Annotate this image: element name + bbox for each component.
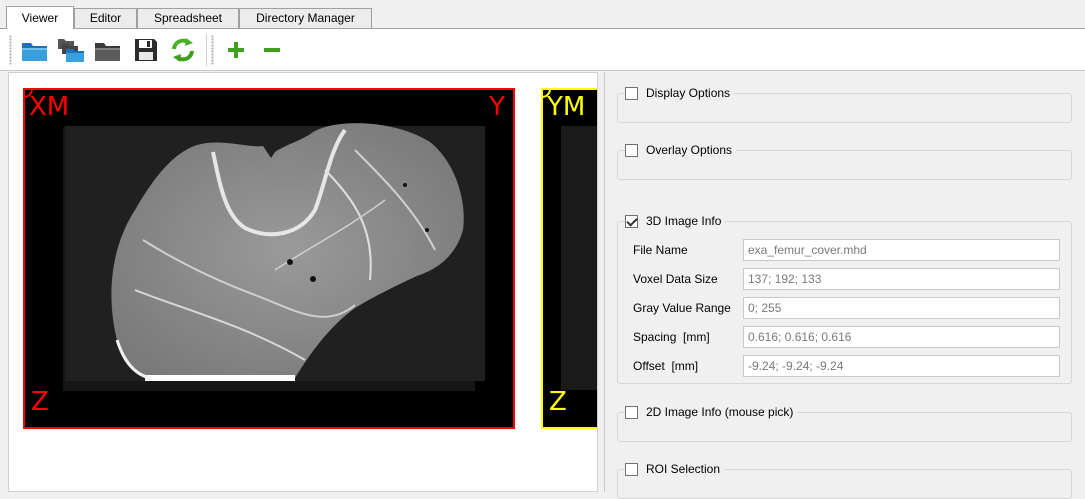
gray-value-range-label: Gray Value Range [633, 301, 731, 315]
image-info-3d-checkbox[interactable] [625, 214, 638, 228]
open-folder-icon[interactable] [21, 36, 49, 64]
close-folder-icon[interactable] [94, 36, 122, 64]
image-info-2d-label: 2D Image Info (mouse pick) [646, 405, 794, 419]
toolbar-grip-2[interactable] [211, 35, 214, 65]
display-options-header[interactable]: Display Options [625, 84, 735, 102]
file-name-label: File Name [633, 243, 688, 257]
tab-viewer[interactable]: Viewer [6, 6, 74, 29]
gray-value-range-field[interactable]: 0; 255 [743, 297, 1060, 319]
ym-slice-image [561, 126, 597, 390]
overlay-options-header[interactable]: Overlay Options [625, 141, 737, 159]
spacing-field[interactable]: 0.616; 0.616; 0.616 [743, 326, 1060, 348]
tab-bar: Viewer Editor Spreadsheet Directory Mana… [0, 0, 1085, 30]
image-info-2d-checkbox[interactable] [625, 405, 638, 419]
refresh-icon[interactable] [169, 36, 197, 64]
open-multiple-folders-icon[interactable] [57, 36, 85, 64]
offset-field[interactable]: -9.24; -9.24; -9.24 [743, 355, 1060, 377]
roi-selection-header[interactable]: ROI Selection [625, 460, 725, 478]
voxel-data-size-label: Voxel Data Size [633, 272, 718, 286]
save-icon[interactable] [132, 36, 160, 64]
ym-view-label: YM [547, 92, 586, 122]
file-name-field[interactable]: exa_femur_cover.mhd [743, 239, 1060, 261]
roi-selection-checkbox[interactable] [625, 462, 638, 476]
xm-y-axis-label: Y [489, 92, 505, 122]
tab-editor[interactable]: Editor [74, 8, 137, 28]
ym-z-axis-label: Z [549, 387, 567, 417]
roi-selection-label: ROI Selection [646, 462, 721, 476]
tab-directory-manager[interactable]: Directory Manager [239, 8, 372, 28]
xm-slice-view[interactable]: XM Y Z [23, 88, 515, 429]
xm-z-axis-label: Z [31, 387, 49, 417]
voxel-data-size-field[interactable]: 137; 192; 133 [743, 268, 1060, 290]
toolbar-grip[interactable] [9, 35, 12, 65]
zoom-in-icon[interactable] [222, 36, 250, 64]
image-info-3d-header[interactable]: 3D Image Info [625, 212, 726, 230]
overlay-options-checkbox[interactable] [625, 143, 638, 157]
toolbar-separator [206, 34, 207, 66]
femur-slice-image [63, 123, 485, 391]
image-info-3d-label: 3D Image Info [646, 214, 722, 228]
options-panel: Display Options Overlay Options 3D Image… [604, 72, 1085, 499]
spacing-label: Spacing [mm] [633, 330, 710, 344]
xm-view-label: XM [29, 92, 70, 122]
image-viewer-area[interactable]: XM Y Z YM Z [8, 72, 598, 492]
offset-label: Offset [mm] [633, 359, 699, 373]
overlay-options-label: Overlay Options [646, 143, 733, 157]
zoom-out-icon[interactable] [258, 36, 286, 64]
display-options-label: Display Options [646, 86, 731, 100]
toolbar [0, 29, 1085, 71]
tab-spreadsheet[interactable]: Spreadsheet [137, 8, 239, 28]
image-info-2d-header[interactable]: 2D Image Info (mouse pick) [625, 403, 798, 421]
display-options-checkbox[interactable] [625, 86, 638, 100]
ym-slice-view[interactable]: YM Z [541, 88, 597, 429]
